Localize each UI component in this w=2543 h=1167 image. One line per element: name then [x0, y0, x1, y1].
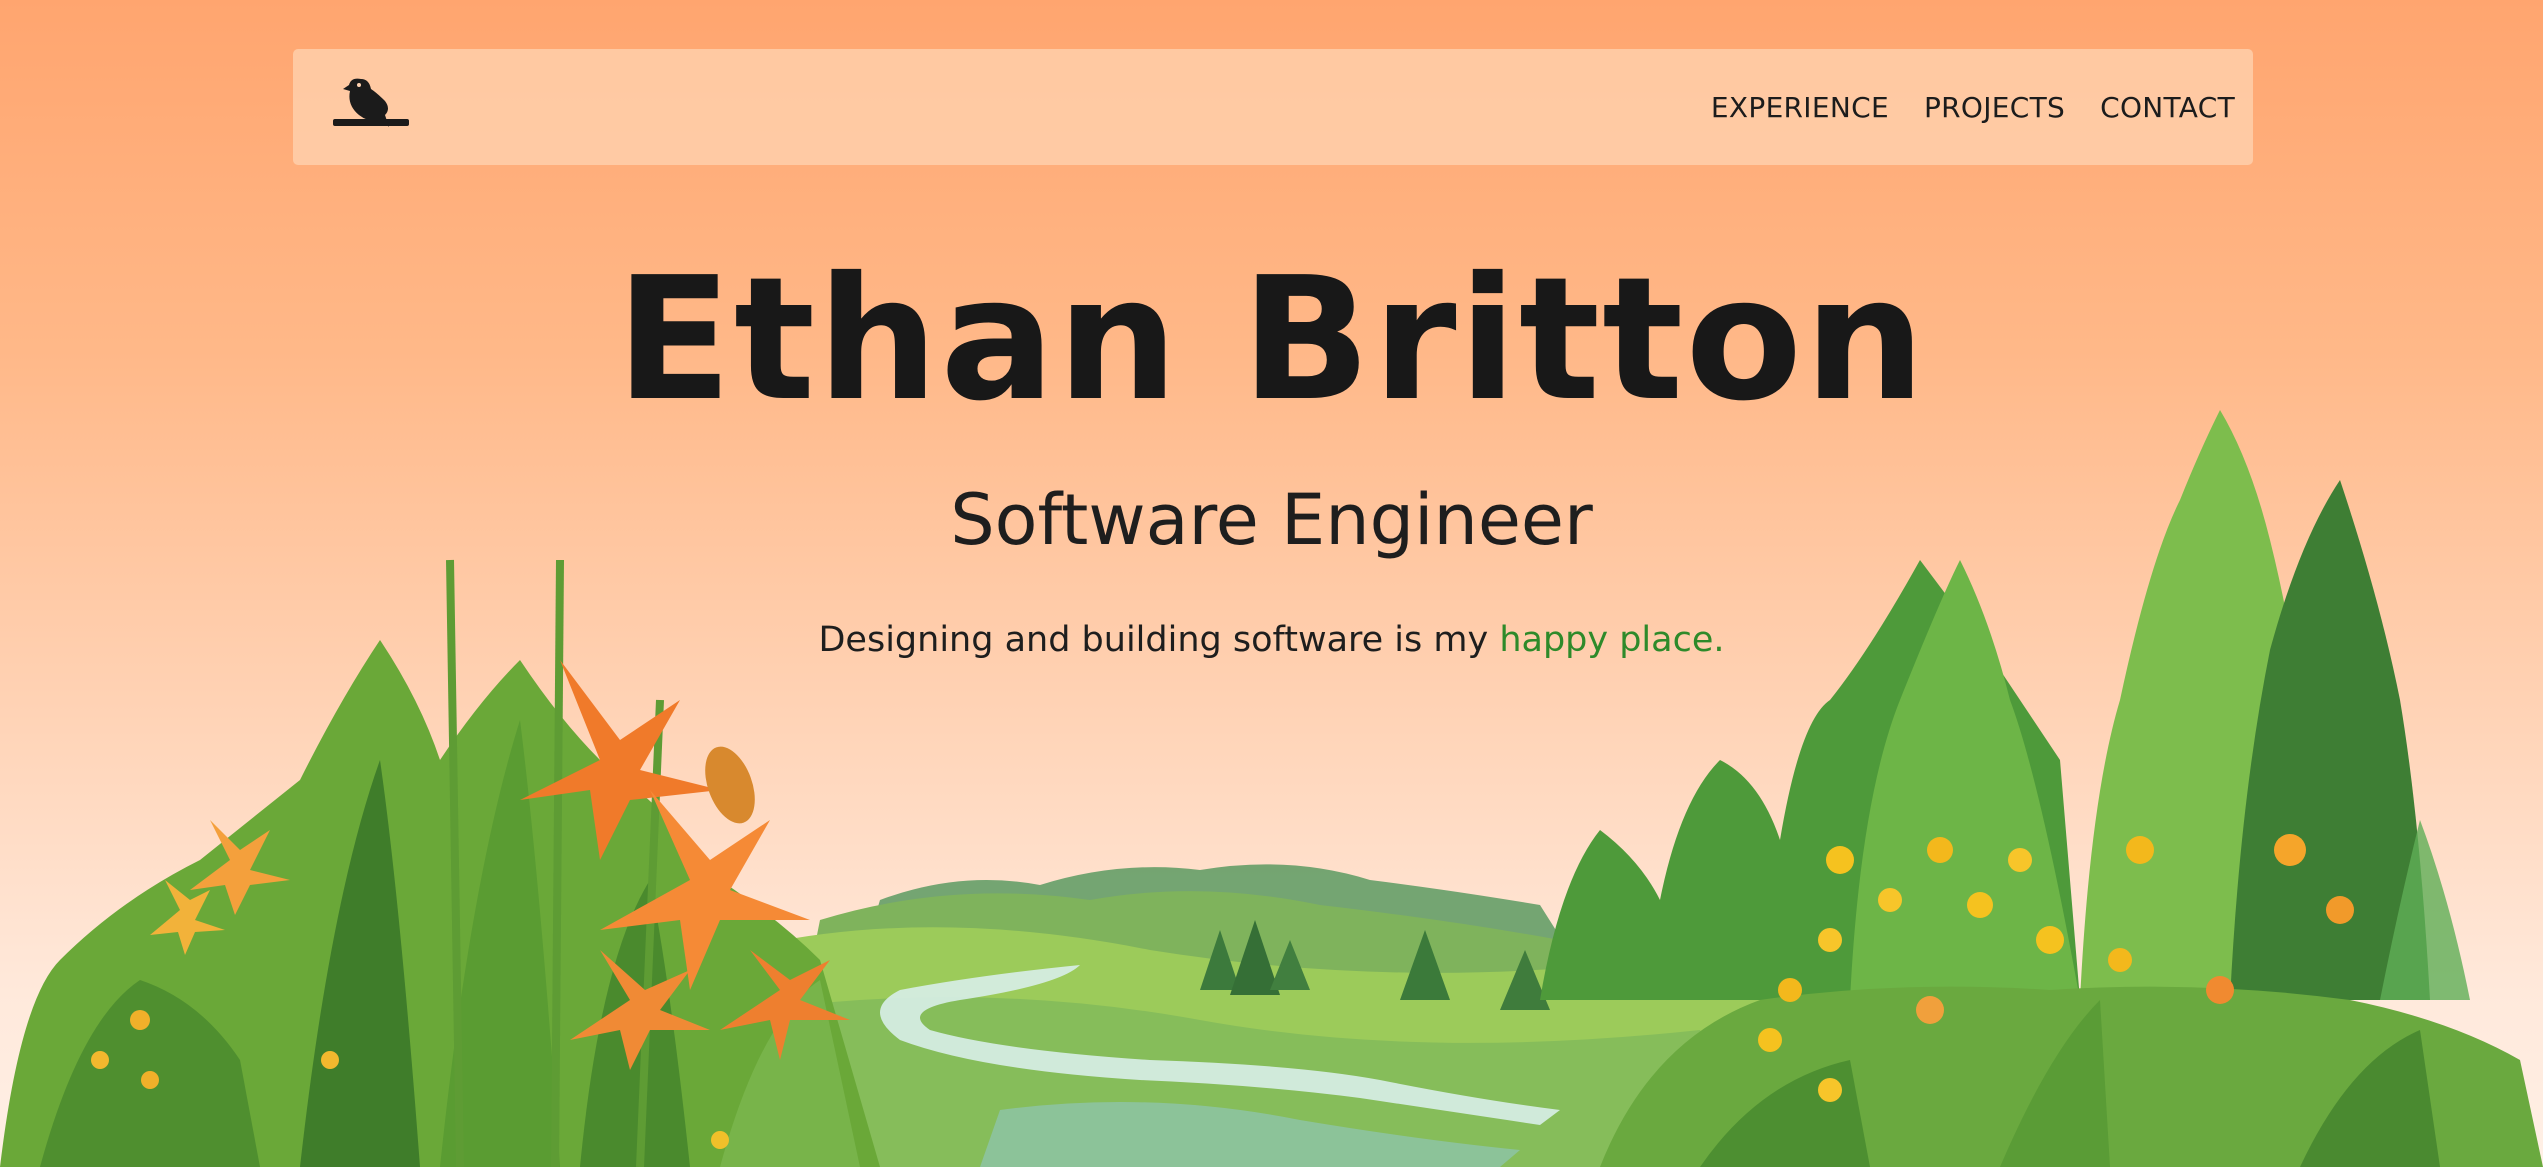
nav-link-experience[interactable]: EXPERIENCE — [1711, 91, 1889, 124]
hero-role: Software Engineer — [950, 479, 1593, 561]
nav-links: EXPERIENCE PROJECTS CONTACT — [1711, 49, 2235, 165]
top-navigation-bar: EXPERIENCE PROJECTS CONTACT — [293, 49, 2253, 165]
nav-link-contact[interactable]: CONTACT — [2100, 91, 2235, 124]
tagline-prefix: Designing and building software is my — [818, 620, 1500, 660]
hero-name: Ethan Britton — [615, 241, 1928, 439]
hero-tagline: Designing and building software is my ha… — [0, 615, 2543, 665]
bird-logo-icon[interactable] — [333, 71, 409, 139]
watercolor-landscape-illustration — [0, 410, 2543, 1167]
tagline-accent: happy place. — [1499, 620, 1725, 660]
nav-link-projects[interactable]: PROJECTS — [1924, 91, 2065, 124]
